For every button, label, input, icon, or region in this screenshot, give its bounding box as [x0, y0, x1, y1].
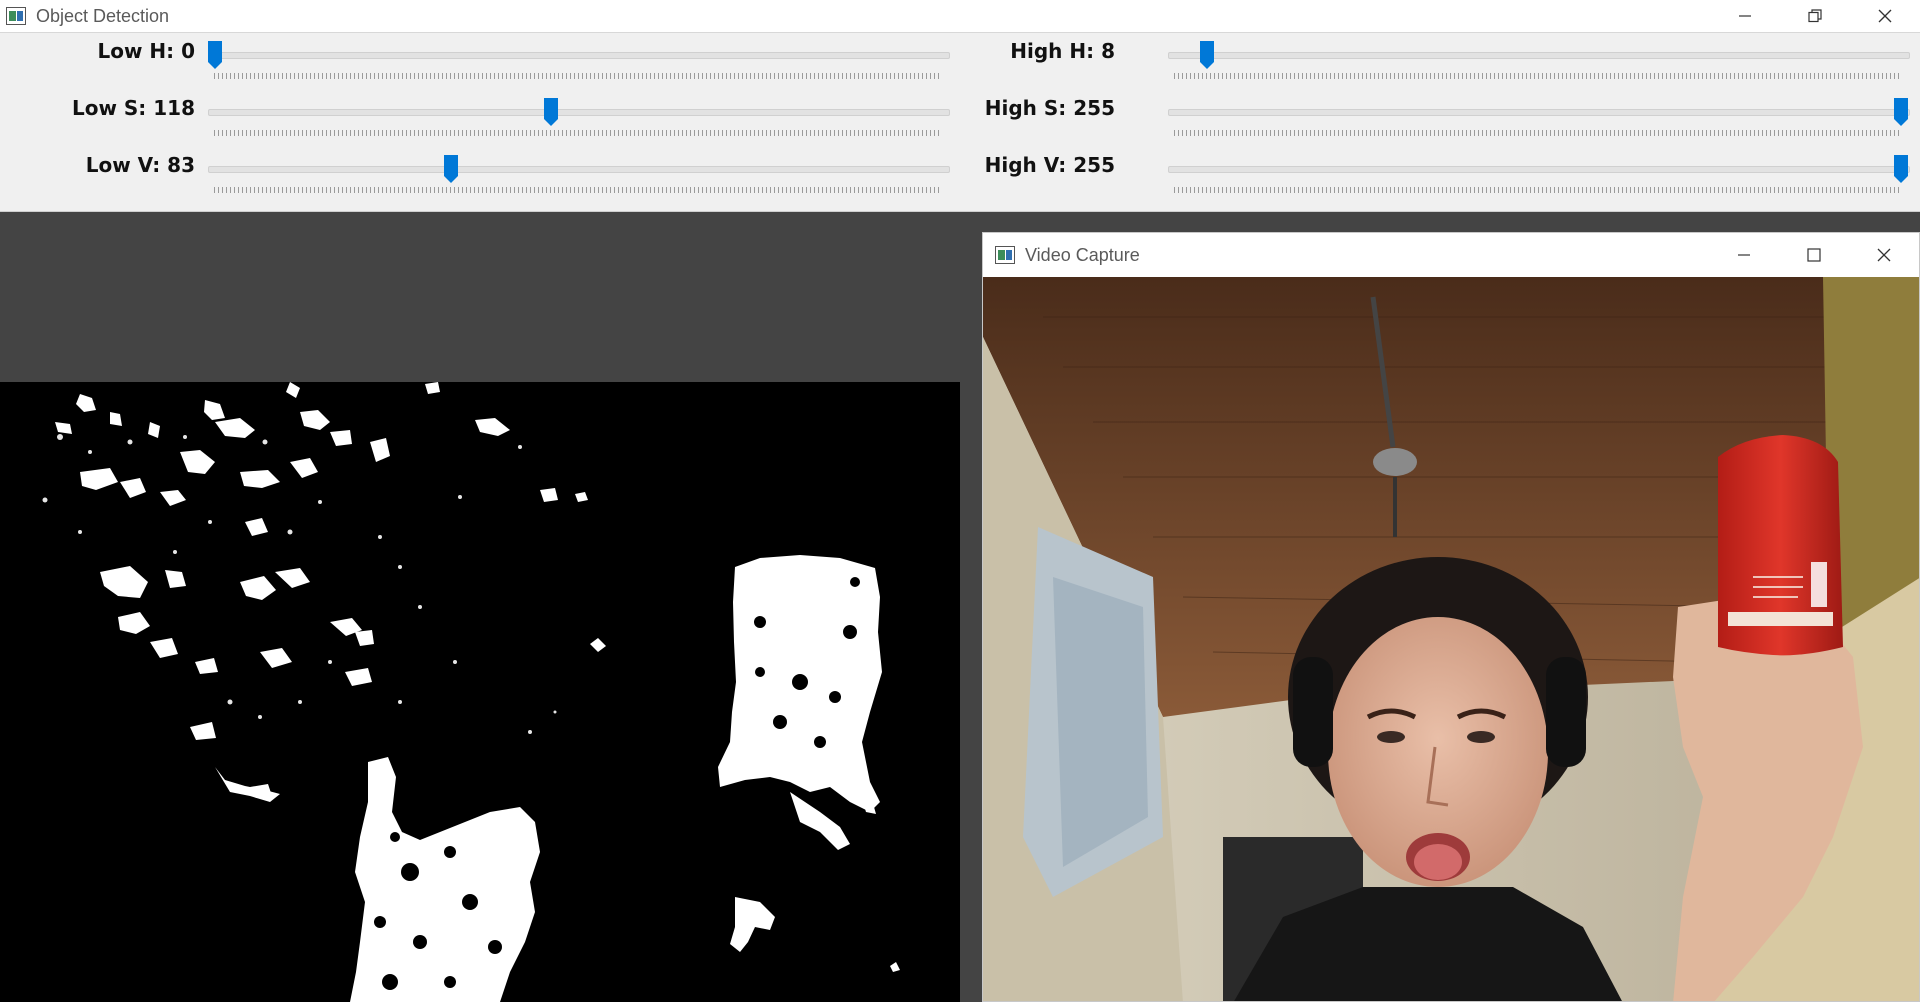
trackbar-ticks	[1174, 73, 1902, 79]
trackbar-ticks	[214, 187, 942, 193]
minimize-icon	[1739, 15, 1751, 17]
trackbar-high-v: High V: 255	[960, 149, 1920, 199]
trackbar-label: Low S: 118	[71, 96, 195, 120]
window-title: Video Capture	[1025, 244, 1140, 265]
object-detection-window: Object Detection Low H: 0 High H: 8 Low …	[0, 0, 1920, 212]
trackbar-ticks	[1174, 130, 1902, 136]
trackbar-label: High H: 8	[1010, 39, 1115, 63]
trackbar-track[interactable]	[1168, 166, 1910, 173]
trackbar-ticks	[1174, 187, 1902, 193]
minimize-button[interactable]	[1709, 233, 1779, 277]
trackbar-label: Low H: 0	[97, 39, 195, 63]
minimize-icon	[1738, 254, 1750, 256]
video-capture-window: Video Capture	[982, 232, 1920, 1002]
restore-button[interactable]	[1780, 0, 1850, 32]
trackbar-label: High V: 255	[984, 153, 1115, 177]
close-icon	[1878, 9, 1892, 23]
trackbar-thumb[interactable]	[1200, 41, 1215, 69]
trackbar-track[interactable]	[1168, 52, 1910, 59]
maximize-button[interactable]	[1779, 233, 1849, 277]
mask-blobs	[0, 382, 960, 1002]
trackbar-thumb[interactable]	[1894, 155, 1908, 183]
close-button[interactable]	[1850, 0, 1920, 32]
trackbar-ticks	[214, 73, 942, 79]
close-icon	[1877, 248, 1891, 262]
trackbar-track[interactable]	[208, 52, 950, 59]
threshold-mask-image	[0, 382, 960, 1002]
trackbar-ticks	[214, 130, 942, 136]
video-capture-titlebar[interactable]: Video Capture	[983, 233, 1919, 277]
trackbar-high-s: High S: 255	[960, 92, 1920, 142]
trackbar-label: High S: 255	[984, 96, 1115, 120]
trackbar-thumb[interactable]	[1894, 98, 1908, 126]
trackbar-thumb[interactable]	[208, 41, 222, 69]
restore-icon	[1808, 9, 1822, 23]
close-button[interactable]	[1849, 233, 1919, 277]
trackbar-low-v: Low V: 83	[0, 149, 960, 199]
trackbar-low-s: Low S: 118	[0, 92, 960, 142]
maximize-icon	[1807, 248, 1821, 262]
trackbar-track[interactable]	[1168, 109, 1910, 116]
app-icon	[995, 246, 1015, 264]
minimize-button[interactable]	[1710, 0, 1780, 32]
video-frame	[983, 277, 1919, 1001]
app-icon	[6, 7, 26, 25]
trackbar-panel: Low H: 0 High H: 8 Low S: 118 High S: 25…	[0, 32, 1920, 211]
trackbar-thumb[interactable]	[444, 155, 459, 183]
trackbar-high-h: High H: 8	[960, 35, 1920, 85]
trackbar-track[interactable]	[208, 166, 950, 173]
trackbar-thumb[interactable]	[543, 98, 558, 126]
window-title: Object Detection	[36, 5, 170, 26]
camera-scene	[983, 277, 1919, 1001]
trackbar-low-h: Low H: 0	[0, 35, 960, 85]
object-detection-titlebar[interactable]: Object Detection	[0, 0, 1920, 32]
trackbar-track[interactable]	[208, 109, 950, 116]
trackbar-label: Low V: 83	[85, 153, 195, 177]
